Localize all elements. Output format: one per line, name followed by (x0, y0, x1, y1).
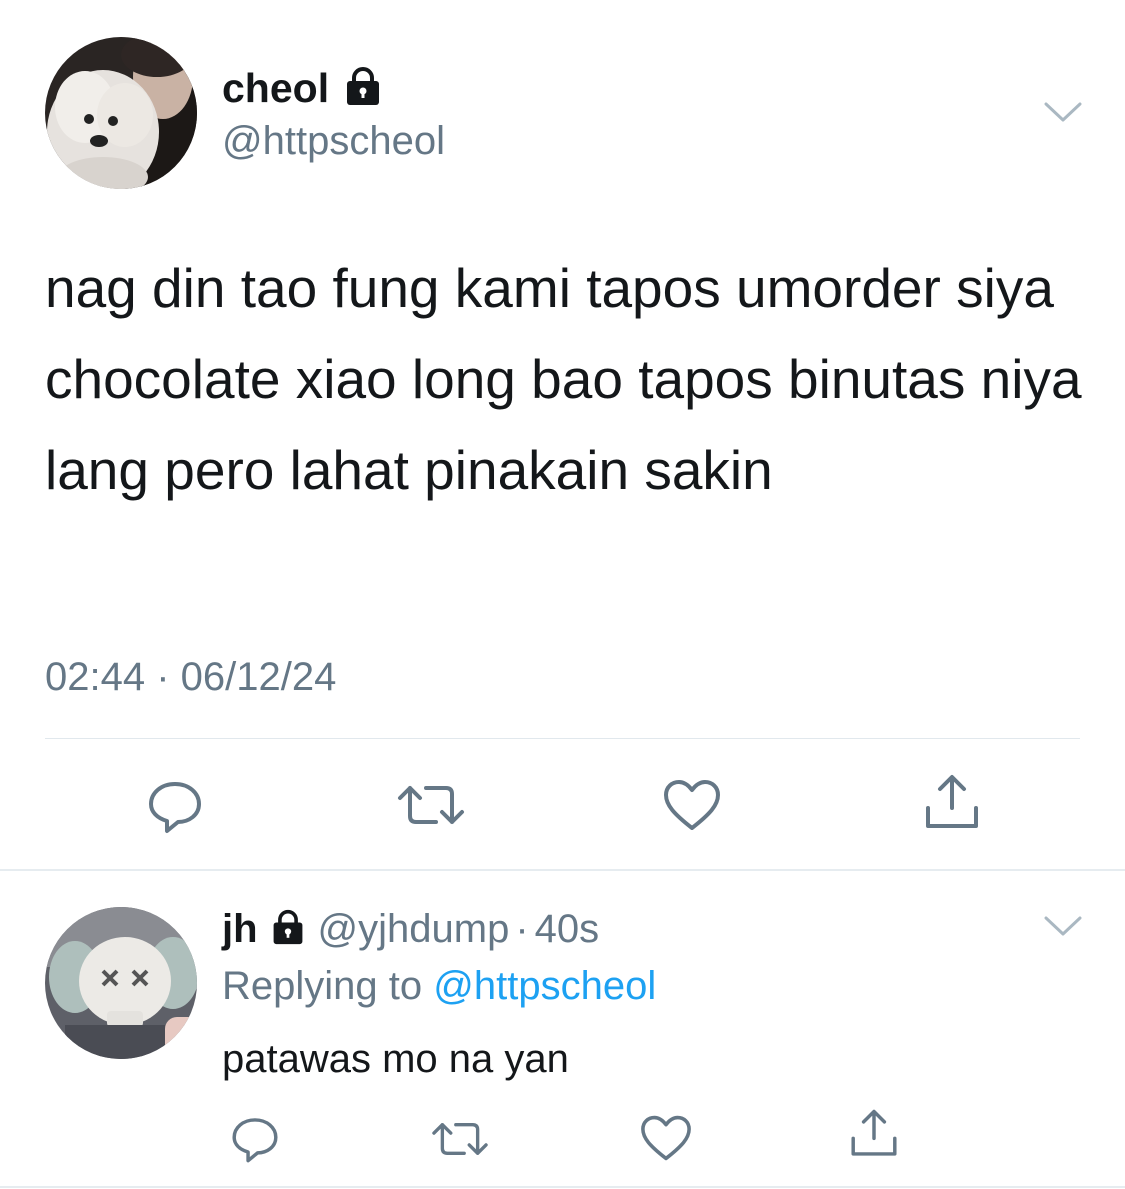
retweet-icon (398, 786, 464, 824)
replying-prefix: Replying to (222, 964, 423, 1008)
tweet-text: nag din tao fung kami tapos umorder siya… (45, 257, 1082, 501)
divider (45, 738, 1080, 739)
avatar[interactable] (45, 37, 197, 189)
user-handle[interactable]: @httpscheol (222, 117, 445, 165)
section-divider (0, 869, 1125, 871)
share-button[interactable] (922, 774, 982, 832)
like-button[interactable] (662, 778, 722, 832)
separator: · (515, 907, 529, 951)
like-icon (641, 1115, 691, 1161)
replying-to: Replying to @httpscheol (222, 961, 656, 1011)
share-button[interactable] (848, 1108, 900, 1160)
reply-header: jh @yjhdump · 40s (222, 904, 599, 954)
reply-button[interactable] (229, 1114, 281, 1164)
tweet-text: patawas mo na yan (222, 1037, 569, 1081)
chevron-down-icon[interactable] (1044, 915, 1082, 937)
chevron-down-icon[interactable] (1044, 101, 1082, 123)
mention-link[interactable]: @httpscheol (433, 964, 656, 1008)
display-name[interactable]: jh (222, 904, 258, 954)
retweet-button[interactable] (430, 1118, 490, 1160)
display-name[interactable]: cheol (222, 64, 329, 112)
lock-icon (270, 908, 306, 951)
avatar[interactable] (45, 907, 197, 1059)
like-icon (664, 780, 720, 830)
lock-icon (343, 66, 383, 111)
reply-icon (232, 1118, 278, 1163)
like-button[interactable] (639, 1114, 693, 1162)
retweet-button[interactable] (396, 780, 466, 830)
share-icon (926, 775, 978, 828)
reply-icon (149, 782, 201, 833)
tweet-detail-page: cheol @httpscheol nag din tao fung kami … (0, 0, 1125, 1189)
reply-button[interactable] (145, 778, 205, 834)
retweet-icon (432, 1123, 488, 1155)
share-icon (851, 1109, 897, 1156)
tweet-time[interactable]: 40s (535, 904, 600, 954)
tweet-timestamp[interactable]: 02:44 · 06/12/24 (45, 650, 336, 704)
main-name-row: cheol (222, 64, 383, 112)
bottom-divider (0, 1186, 1125, 1188)
user-handle[interactable]: @yjhdump (318, 904, 510, 954)
